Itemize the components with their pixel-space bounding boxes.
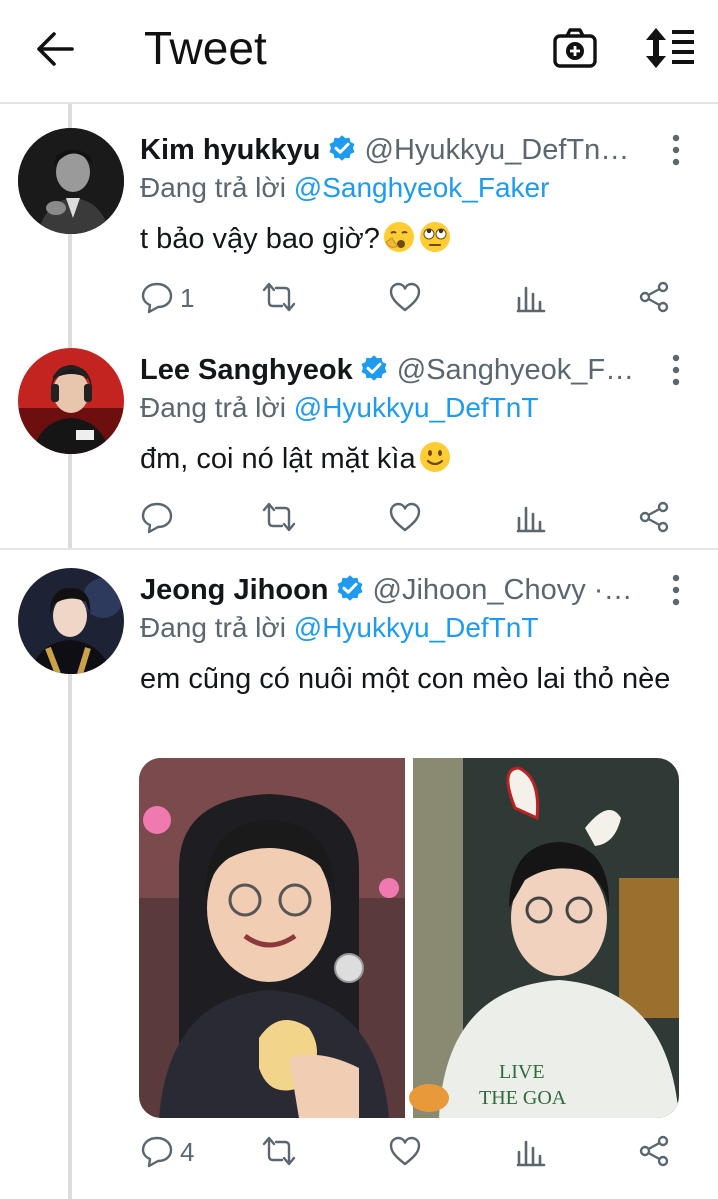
replying-to-mention[interactable]: @Hyukkyu_DefTnT [294, 612, 539, 643]
share-icon [639, 1135, 669, 1167]
analytics-icon [516, 1140, 546, 1167]
tweet-media[interactable]: LIVE THE GOA [139, 758, 679, 1118]
tweet-text-block: em cũng có nuôi một con mèo lai thỏ nèe [140, 660, 678, 698]
more-options-icon[interactable] [668, 572, 684, 608]
photo-with-bunny-ears-headband[interactable]: LIVE THE GOA [409, 758, 679, 1118]
heart-icon [389, 1136, 421, 1166]
author-name: Jeong Jihoon [140, 574, 329, 606]
tweet-author-row: Jeong Jihoon @Jihoon_Chovy ·… [140, 570, 658, 610]
tweet-actions: 4 [0, 1134, 718, 1174]
tweet-item[interactable]: Jeong Jihoon @Jihoon_Chovy ·… Đang trả lờ… [0, 0, 718, 1199]
photo-laughing-with-banana[interactable] [139, 758, 405, 1118]
retweet-icon [262, 1136, 296, 1166]
share-button[interactable] [637, 1134, 673, 1170]
analytics-button[interactable] [514, 1134, 550, 1170]
reply-count: 4 [180, 1137, 195, 1167]
shirt-print-text: THE GOA [479, 1087, 567, 1109]
reply-icon [141, 1136, 173, 1168]
shirt-print-text: LIVE [499, 1061, 545, 1083]
avatar[interactable] [18, 568, 124, 674]
like-button[interactable] [388, 1134, 424, 1170]
reply-button[interactable]: 4 [140, 1134, 210, 1170]
replying-to-label: Đang trả lời [140, 612, 286, 643]
verified-badge-icon [337, 575, 362, 601]
retweet-button[interactable] [262, 1134, 298, 1170]
tweet-text: em cũng có nuôi một con mèo lai thỏ nèe [140, 663, 671, 695]
author-handle[interactable]: @Jihoon_Chovy ·… [373, 574, 633, 606]
replying-to: Đang trả lời @Hyukkyu_DefTnT [140, 608, 538, 648]
